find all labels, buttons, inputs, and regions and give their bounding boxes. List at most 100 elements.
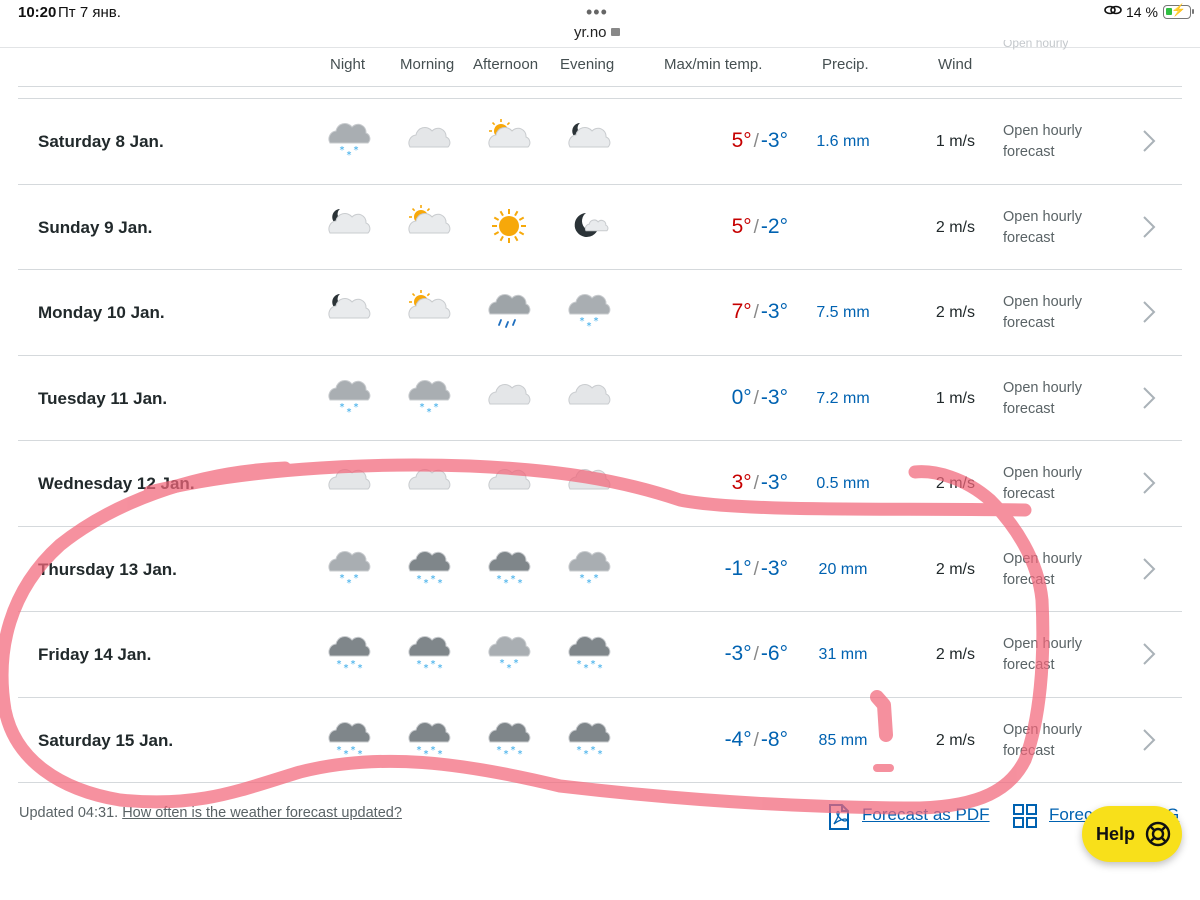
forecast-table: Saturday 8 Jan. * * * 5°/-3° 1.6 mm 1 m/s Open … (18, 99, 1182, 783)
temperature: 3°/-3° (638, 471, 788, 495)
open-hourly-line1: Open hourly (1003, 208, 1082, 225)
svg-text:*: * (431, 659, 436, 670)
svg-text:*: * (431, 745, 436, 756)
snow-heavy-icon: * * * * (486, 716, 532, 762)
how-often-link[interactable]: How often is the weather forecast update… (122, 805, 402, 821)
chevron-right-icon[interactable] (1140, 129, 1158, 153)
table-row[interactable]: Monday 10 Jan. * * * 7°/-3° 7.5 mm 2 m/s Open h… (18, 270, 1182, 356)
snow-light-icon: * * * (566, 288, 612, 334)
help-button[interactable]: Help (1082, 806, 1182, 862)
table-row[interactable]: Friday 14 Jan. * * * * * * * * * * * * * * * -3°/-6° 31 m… (18, 612, 1182, 698)
svg-text:*: * (587, 578, 592, 589)
max-temp: 3° (731, 471, 752, 494)
svg-text:*: * (594, 573, 599, 584)
cloudy-icon (326, 459, 372, 505)
svg-text:*: * (434, 402, 439, 413)
chevron-right-icon[interactable] (1140, 471, 1158, 495)
chevron-right-icon[interactable] (1140, 386, 1158, 410)
temperature: 7°/-3° (638, 300, 788, 324)
max-temp: 7° (731, 300, 752, 323)
open-hourly-line2: forecast (1003, 315, 1055, 331)
open-hourly-link[interactable]: Open hourly forecast (1003, 634, 1113, 676)
open-hourly-link[interactable]: Open hourly forecast (1003, 121, 1113, 163)
day-label: Monday 10 Jan. (38, 303, 165, 322)
faded-header-text: Open hourly (1003, 40, 1069, 50)
max-temp: -4° (724, 727, 752, 751)
cloudy-icon (566, 374, 612, 420)
status-bar: 10:20 Пт 7 янв. ••• yr.no 14 % ⚡ (0, 0, 1200, 44)
min-temp: -3° (760, 556, 788, 580)
precipitation: 85 mm (818, 731, 868, 749)
day-label: Saturday 15 Jan. (38, 730, 174, 750)
precipitation: 20 mm (818, 560, 868, 578)
partly-sunny-icon (406, 288, 452, 334)
wind-speed: 2 m/s (935, 218, 975, 236)
open-hourly-line1: Open hourly (1003, 379, 1082, 396)
open-hourly-link[interactable]: Open hourly forecast (1003, 549, 1113, 591)
help-label: Help (1096, 824, 1136, 844)
svg-text:*: * (347, 578, 352, 589)
open-hourly-line2: forecast (1003, 742, 1055, 759)
grid-icon[interactable] (1012, 803, 1038, 829)
svg-text:*: * (351, 659, 356, 670)
svg-text:*: * (337, 659, 342, 670)
snow-light-icon: * * * (566, 545, 612, 591)
chevron-right-icon[interactable] (1140, 728, 1158, 752)
svg-text:*: * (351, 745, 356, 756)
temp-separator: / (753, 216, 759, 238)
table-row[interactable]: Sunday 9 Jan. 5°/-2° 2 m/s Open hourly forec… (18, 185, 1182, 270)
svg-text:*: * (438, 749, 443, 760)
wind-speed: 1 m/s (935, 133, 975, 150)
chevron-right-icon[interactable] (1140, 642, 1158, 666)
col-morning: Morning (400, 56, 455, 73)
temp-separator: / (753, 558, 759, 580)
svg-text:*: * (594, 316, 599, 327)
open-hourly-line2: forecast (1003, 571, 1055, 588)
open-hourly-link[interactable]: Open hourly forecast (1003, 463, 1113, 505)
table-row[interactable]: Saturday 8 Jan. * * * 5°/-3° 1.6 mm 1 m/s Open … (18, 99, 1182, 185)
column-headers: Night Morning Afternoon Evening Max/min … (0, 56, 1200, 76)
table-row[interactable]: Wednesday 12 Jan. 3°/-3° 0.5 mm 2 m/s Open h… (18, 441, 1182, 527)
open-hourly-link[interactable]: Open hourly forecast (1003, 720, 1113, 762)
updated-text: Updated 04:31. How often is the weather … (19, 805, 402, 821)
svg-text:*: * (598, 749, 603, 760)
chevron-right-icon[interactable] (1140, 557, 1158, 581)
open-hourly-link[interactable]: Open hourly forecast (1003, 378, 1113, 420)
table-row[interactable]: Tuesday 11 Jan. * * * * * * 0°/-3° 7.2 mm 1 m/s Op… (18, 356, 1182, 441)
temp-separator: / (753, 644, 759, 665)
svg-text:*: * (518, 749, 523, 760)
open-hourly-line1: Open hourly (1003, 294, 1082, 310)
status-date: Пт 7 янв. (58, 4, 121, 21)
pdf-icon[interactable] (826, 803, 852, 831)
open-hourly-line2: forecast (1003, 657, 1055, 673)
min-temp: -2° (760, 214, 788, 238)
precipitation: 31 mm (818, 646, 868, 663)
forecast-pdf-link[interactable]: Forecast as PDF (862, 805, 990, 825)
chevron-right-icon[interactable] (1140, 300, 1158, 324)
svg-text:*: * (340, 402, 345, 413)
open-hourly-link[interactable]: Open hourly forecast (1003, 207, 1113, 249)
svg-text:*: * (584, 749, 589, 760)
svg-text:*: * (344, 663, 349, 674)
cloudy-icon (486, 459, 532, 505)
open-hourly-line2: forecast (1003, 400, 1055, 417)
battery-percent: 14 % (1126, 4, 1158, 20)
address-bar[interactable]: yr.no (574, 24, 620, 41)
snow-light-icon: * * * (486, 630, 532, 676)
svg-text:*: * (504, 578, 509, 589)
svg-text:*: * (584, 663, 589, 674)
table-row[interactable]: Saturday 15 Jan. * * * * * * * * * * * * * * * * -4°/-8° 8… (18, 698, 1182, 783)
chevron-right-icon[interactable] (1140, 215, 1158, 239)
temp-separator: / (753, 131, 759, 152)
more-dots-icon[interactable]: ••• (586, 2, 608, 23)
svg-text:*: * (354, 573, 359, 584)
svg-text:*: * (340, 145, 345, 156)
open-hourly-link[interactable]: Open hourly forecast (1003, 292, 1113, 334)
sun-icon (486, 203, 532, 249)
snow-heavy-icon: * * * * (326, 630, 372, 676)
svg-text:*: * (431, 574, 436, 585)
min-temp: -3° (760, 385, 788, 409)
table-row[interactable]: Thursday 13 Jan. * * * * * * * * * * * * * * -1°/-3° 20 … (18, 527, 1182, 612)
snow-heavy-icon: * * * * (326, 716, 372, 762)
svg-text:*: * (358, 663, 363, 674)
